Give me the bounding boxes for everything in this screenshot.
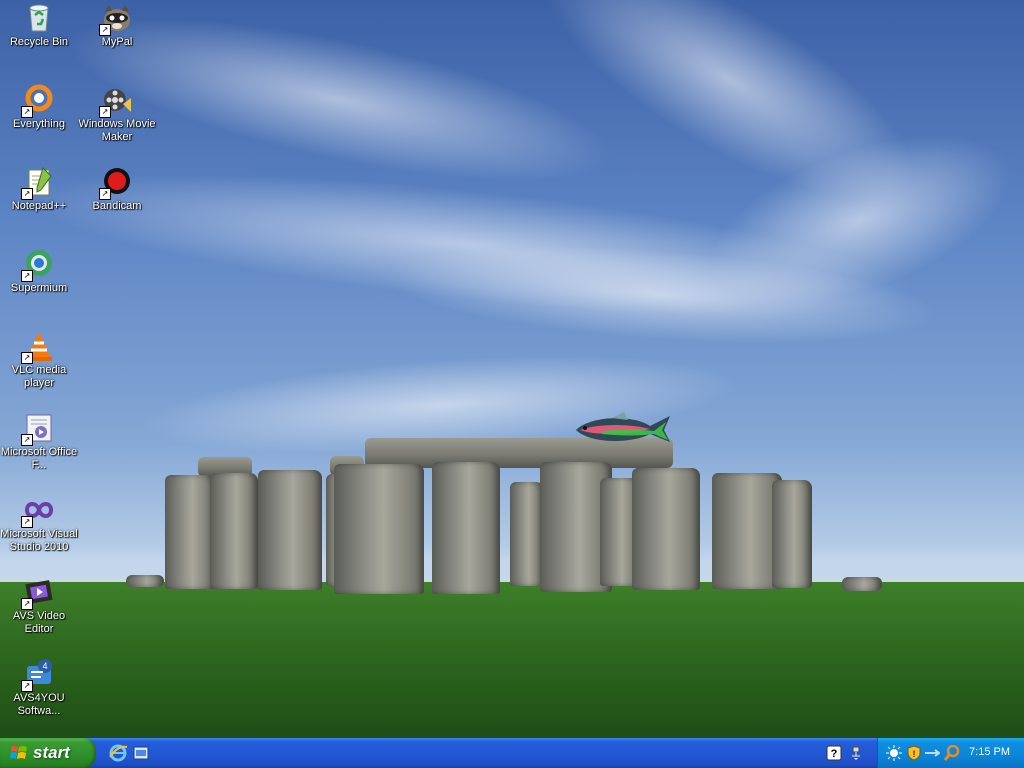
desktop-icon-supermium[interactable]: ↗ Supermium: [0, 248, 78, 295]
desktop-icon-vlc[interactable]: ↗ VLC media player: [0, 330, 78, 390]
stone: [842, 577, 882, 591]
shortcut-arrow-icon: ↗: [21, 434, 33, 446]
desktop-icon-label: Windows Movie Maker: [78, 118, 156, 143]
shortcut-arrow-icon: ↗: [99, 106, 111, 118]
movie-maker-icon: ↗: [99, 84, 133, 118]
stone: [510, 482, 544, 586]
shortcut-arrow-icon: ↗: [21, 680, 33, 692]
desktop-icon-label: AVS4YOU Softwa...: [13, 692, 65, 717]
svg-text:4: 4: [42, 661, 47, 671]
desktop-icon-mypal[interactable]: ↗ MyPal: [78, 2, 156, 49]
desktop-icon-label: MyPal: [101, 36, 133, 48]
stone: [126, 575, 164, 587]
desktop-icon-avs-video-editor[interactable]: ↗ AVS Video Editor: [0, 576, 78, 636]
desktop-icon-notepadpp[interactable]: ↗ Notepad++: [0, 166, 78, 213]
shortcut-arrow-icon: ↗: [21, 516, 33, 528]
desktop-icon-windows-movie-maker[interactable]: ↗ Windows Movie Maker: [78, 84, 156, 144]
grass: [0, 582, 1024, 738]
svg-text:!: !: [913, 749, 916, 759]
desktop-icon-visual-studio[interactable]: ↗ Microsoft Visual Studio 2010: [0, 494, 78, 554]
windows-logo-icon: [10, 746, 27, 759]
shortcut-arrow-icon: ↗: [99, 188, 111, 200]
shortcut-arrow-icon: ↗: [21, 188, 33, 200]
mypal-icon: ↗: [99, 2, 133, 36]
desktop-icon-label: Bandicam: [92, 200, 142, 212]
desktop-icon-label: AVS Video Editor: [12, 610, 66, 635]
sun-settings-icon[interactable]: [886, 745, 902, 761]
taskbar: start ? ! 7:15 PM: [0, 738, 1024, 768]
bandicam-icon: ↗: [99, 166, 133, 200]
vlc-icon: ↗: [21, 330, 55, 364]
shortcut-arrow-icon: ↗: [21, 106, 33, 118]
desktop[interactable]: Recycle Bin ↗ MyPal ↗ Everything ↗ Windo…: [0, 0, 1024, 738]
usb-icon[interactable]: [924, 745, 940, 761]
stone: [210, 473, 258, 589]
avs4you-icon: 4 ↗: [21, 658, 55, 692]
stone: [258, 470, 322, 590]
show-desktop-icon[interactable]: [131, 743, 151, 763]
fish-icon[interactable]: [572, 412, 672, 446]
stone: [632, 468, 700, 590]
desktop-icon-label: Recycle Bin: [9, 36, 69, 48]
desktop-icon-label: Supermium: [10, 282, 68, 294]
desktop-icon-bandicam[interactable]: ↗ Bandicam: [78, 166, 156, 213]
desktop-icon-avs4you[interactable]: 4 ↗ AVS4YOU Softwa...: [0, 658, 78, 718]
desktop-icon-label: Microsoft Visual Studio 2010: [0, 528, 78, 553]
visual-studio-icon: ↗: [21, 494, 55, 528]
search-icon[interactable]: [944, 745, 960, 761]
network-icon[interactable]: [848, 745, 864, 761]
desktop-icon-label: VLC media player: [11, 364, 67, 389]
security-shield-icon[interactable]: !: [906, 745, 922, 761]
office-icon: ↗: [21, 412, 55, 446]
desktop-icon-everything[interactable]: ↗ Everything: [0, 84, 78, 131]
shortcut-arrow-icon: ↗: [21, 598, 33, 610]
desktop-icon-label: Notepad++: [11, 200, 67, 212]
everything-icon: ↗: [21, 84, 55, 118]
clock[interactable]: 7:15 PM: [969, 746, 1010, 758]
stone: [772, 480, 812, 588]
shortcut-arrow-icon: ↗: [99, 24, 111, 36]
stone: [432, 462, 500, 594]
notepadpp-icon: ↗: [21, 166, 55, 200]
shortcut-arrow-icon: ↗: [21, 270, 33, 282]
start-label: start: [33, 743, 70, 762]
supermium-icon: ↗: [21, 248, 55, 282]
recycle-bin-icon: [23, 2, 55, 34]
stone: [334, 464, 424, 594]
start-button[interactable]: start: [0, 738, 96, 768]
shortcut-arrow-icon: ↗: [21, 352, 33, 364]
desktop-icon-recycle-bin[interactable]: Recycle Bin: [0, 2, 78, 49]
avs-video-editor-icon: ↗: [21, 576, 55, 610]
desktop-icon-office[interactable]: ↗ Microsoft Office F...: [0, 412, 78, 472]
internet-explorer-icon[interactable]: [108, 743, 128, 763]
desktop-icon-label: Everything: [13, 118, 65, 130]
desktop-icon-label: Microsoft Office F...: [0, 446, 78, 471]
stone: [165, 475, 215, 589]
help-icon[interactable]: ?: [826, 745, 842, 761]
svg-text:?: ?: [831, 748, 838, 760]
system-tray: ! 7:15 PM: [877, 738, 1024, 768]
